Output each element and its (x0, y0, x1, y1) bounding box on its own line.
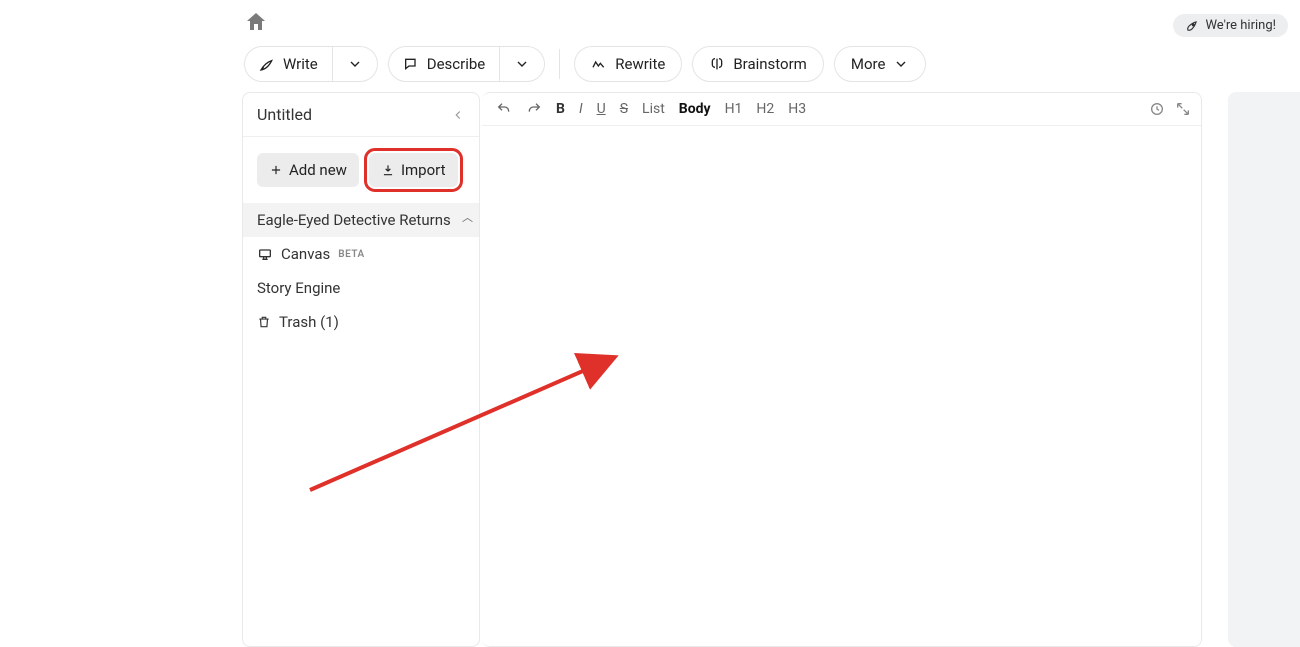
chevron-down-icon (347, 56, 363, 72)
undo-button[interactable] (496, 101, 512, 117)
sidebar-item-story-engine[interactable]: Story Engine (243, 271, 479, 305)
chevron-down-icon (514, 56, 530, 72)
rewrite-button[interactable]: Rewrite (574, 46, 682, 82)
sidebar-item-trash[interactable]: Trash (1) (243, 305, 479, 339)
underline-button[interactable]: U (597, 101, 606, 117)
redo-button[interactable] (526, 101, 542, 117)
chevron-down-icon (893, 56, 909, 72)
h3-button[interactable]: H3 (788, 101, 806, 117)
editor-panel: B I U S List Body H1 H2 H3 (482, 92, 1202, 647)
import-button[interactable]: Import (369, 153, 458, 187)
write-label: Write (283, 55, 318, 73)
write-button-group: Write (244, 46, 378, 82)
add-new-button[interactable]: Add new (257, 153, 359, 187)
history-icon[interactable] (1149, 101, 1165, 117)
describe-button-group: Describe (388, 46, 546, 82)
home-icon[interactable] (244, 10, 268, 34)
list-button[interactable]: List (642, 101, 665, 117)
plus-icon (269, 163, 283, 177)
editor-body[interactable] (482, 126, 1201, 646)
sidebar-item-canvas[interactable]: Canvas BETA (243, 237, 479, 271)
more-button[interactable]: More (834, 46, 927, 82)
h2-button[interactable]: H2 (756, 101, 774, 117)
sidebar-actions: Add new Import (243, 137, 479, 203)
describe-button[interactable]: Describe (389, 47, 500, 81)
brainstorm-button[interactable]: Brainstorm (692, 46, 824, 82)
story-engine-label: Story Engine (257, 279, 340, 297)
hiring-label: We're hiring! (1205, 18, 1276, 33)
write-button[interactable]: Write (245, 47, 332, 81)
sidebar-header: Untitled (243, 93, 479, 137)
expand-icon[interactable] (1175, 101, 1191, 117)
chevron-up-icon: ︿ (462, 209, 473, 225)
hiring-pill[interactable]: We're hiring! (1173, 14, 1288, 37)
more-label: More (851, 55, 886, 73)
separator (559, 49, 560, 79)
bold-button[interactable]: B (556, 101, 565, 117)
project-row[interactable]: Eagle-Eyed Detective Returns ︿ (243, 203, 479, 237)
italic-button[interactable]: I (579, 101, 583, 117)
describe-dropdown[interactable] (499, 47, 544, 81)
describe-label: Describe (427, 55, 486, 73)
canvas-label: Canvas (281, 245, 330, 263)
project-name: Eagle-Eyed Detective Returns (257, 211, 451, 229)
speech-icon (403, 56, 419, 72)
body-button[interactable]: Body (679, 101, 711, 117)
trash-label: Trash (1) (279, 313, 339, 331)
quill-icon (259, 56, 275, 72)
right-rail (1228, 92, 1300, 647)
rewrite-icon (591, 56, 607, 72)
brainstorm-label: Brainstorm (733, 55, 807, 73)
sidebar: Untitled Add new Import Eagle-Eyed Detec… (242, 92, 480, 647)
rocket-icon (1185, 19, 1199, 33)
strike-button[interactable]: S (620, 101, 628, 117)
collapse-sidebar-icon[interactable] (451, 108, 465, 122)
editor-toolbar: B I U S List Body H1 H2 H3 (482, 93, 1201, 126)
brain-icon (709, 56, 725, 72)
beta-badge: BETA (338, 249, 364, 260)
import-label: Import (401, 161, 446, 179)
rewrite-label: Rewrite (615, 55, 665, 73)
download-icon (381, 163, 395, 177)
canvas-icon (257, 246, 273, 262)
sidebar-title: Untitled (257, 105, 312, 124)
h1-button[interactable]: H1 (725, 101, 743, 117)
add-new-label: Add new (289, 161, 347, 179)
write-dropdown[interactable] (332, 47, 377, 81)
action-bar: Write Describe Rewrite (244, 46, 926, 82)
trash-icon (257, 315, 271, 329)
